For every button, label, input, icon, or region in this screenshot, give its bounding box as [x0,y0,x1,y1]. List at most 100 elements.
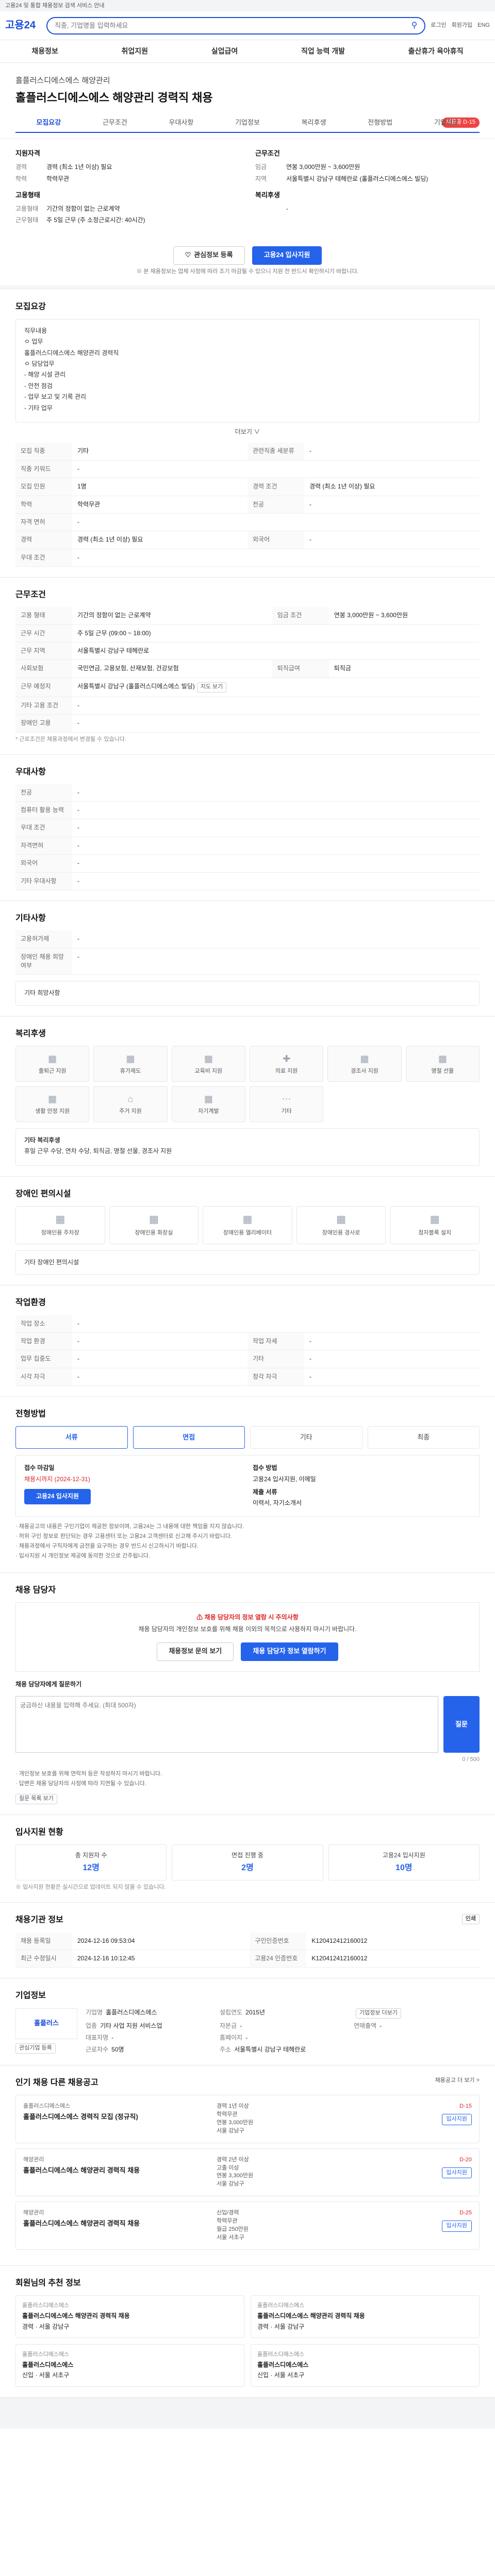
warning-icon: ⚠ [196,1613,203,1621]
recommend-company: 홀플러스디에스에스 [22,2351,70,2358]
growth-icon: ▦ [204,1093,213,1104]
table-key: 외국어 [15,854,72,873]
ramp-icon: ▦ [336,1214,346,1226]
recommend-card[interactable]: 홀플러스디에스에스 홀플러스디에스에스 신입 · 서울 서초구 [251,2344,480,2387]
company-fav-button[interactable]: 관심기업 등록 [15,2043,56,2054]
job-card-title[interactable]: 홀플러스디에스에스 해양관리 경력직 채용 [23,2219,209,2229]
table-row: 전공 - [15,784,480,802]
more-button[interactable]: 더보기 ∨ [15,422,480,436]
table-key: 컴퓨터 활용 능력 [15,801,72,820]
recommend-info: 경력 · 서울 강남구 [22,2323,70,2330]
save-button[interactable]: ♡ 관심정보 등록 [173,246,245,265]
tab-pref[interactable]: 우대사항 [148,113,214,132]
etc-wish-link[interactable]: 기타 희망사항 [24,989,60,996]
lang-link[interactable]: ENG [477,22,490,30]
recommend-title[interactable]: 홀플러스디에스에스 [257,2361,473,2369]
company-more-button[interactable]: 기업정보 더보기 [356,2008,401,2019]
recommend-card[interactable]: 홀플러스디에스에스 홀플러스디에스에스 해양관리 경력직 채용 경력 · 서울 강남… [251,2295,480,2338]
site-logo[interactable]: 고용24 [5,18,46,33]
duty-line: - 업무 보고 및 기록 관리 [24,393,87,401]
pref-table: 전공 - 컴퓨터 활용 능력 - 우대 조건 - 자격면허 - 외국어 - 기타 우대사항… [15,784,480,891]
login-link[interactable]: 로그인 [431,22,446,30]
section-etc: 기타사항 고용허가제 - 장애인 채용 희망 여부 - 기타 희망사항 [0,901,495,1016]
job-card-title[interactable]: 홀플러스디에스에스 경력직 모집 (정규직) [23,2112,209,2122]
tab-recruit[interactable]: 모집요강 [15,113,82,132]
qa-title: 채용 담당자에게 질문하기 [15,1680,82,1688]
table-key: 최근 수정일시 [15,1950,72,1968]
section-work: 근무조건 고용 형태 기간의 정함이 없는 근로계약 임금 조건 연봉 3,000만원… [0,578,495,755]
recommend-title[interactable]: 홀플러스디에스에스 해양관리 경력직 채용 [257,2312,473,2320]
welfare-tile: ▦ 명절 선물 [405,1045,480,1082]
etc-icon: ⋯ [282,1093,291,1104]
recommend-title[interactable]: 홀플러스디에스에스 해양관리 경력직 채용 [22,2312,238,2320]
search-box: ⚲ [46,16,426,35]
job-card-apply-button[interactable]: 입사지원 [441,2221,472,2232]
tab-welfare[interactable]: 복리후생 [280,113,347,132]
table-value: - [304,1368,480,1386]
company-value: 홀플러스디에스에스 [106,2008,157,2016]
contact-inquiry-button[interactable]: 채용정보 문의 보기 [157,1642,234,1661]
section-title: 모집요강 [15,302,46,311]
table-key: 장애인 고용 [15,714,72,733]
summary-row: 경력 경력 (최소 1년 이상) 필요 [15,163,240,172]
job-card-apply-button[interactable]: 입사지원 [441,2113,472,2125]
job-card[interactable]: 해양관리 홀플러스디에스에스 해양관리 경력직 채용 경력 2년 이상 고졸 이상 연… [15,2148,480,2197]
table-key: 기타 고용 조건 [15,697,72,715]
table-value: 학력무관 [72,496,248,514]
gnb-item-leave[interactable]: 출산휴가 육아휴직 [408,46,464,56]
gnb-item-training[interactable]: 직업 능력 개발 [301,46,345,56]
table-value: - [304,1332,480,1351]
qa-submit-button[interactable]: 질문 [443,1696,480,1753]
table-row: 컴퓨터 활용 능력 - [15,801,480,820]
job-card[interactable]: 홀플러스디에스에스 홀플러스디에스에스 경력직 모집 (정규직) 경력 1년 이상… [15,2094,480,2143]
search-input[interactable] [55,22,411,29]
tab-company-2[interactable]: 기업정보 [413,113,480,132]
company-field [354,2033,480,2042]
table-key: 채용 등록일 [15,1932,72,1950]
step-item: 면접 [133,1426,245,1449]
summary-value: - [286,205,288,212]
table-key: 고용허가제 [15,930,72,948]
tab-selection[interactable]: 전형방법 [347,113,414,132]
gnb-item-benefit[interactable]: 실업급여 [211,46,238,56]
recommend-card[interactable]: 홀플러스디에스에스 홀플러스디에스에스 해양관리 경력직 채용 경력 · 서울 강남… [15,2295,244,2338]
gnb-item-support[interactable]: 취업지원 [122,46,148,56]
qa-list-button[interactable]: 질문 목록 보기 [15,1793,57,1804]
welfare-etc-label: 기타 복리후생 [24,1136,60,1144]
recommend-grid: 홀플러스디에스에스 홀플러스디에스에스 해양관리 경력직 채용경력 · 서울 강남… [15,2295,480,2387]
summary-cond: 근무조건 임금 연봉 3,000만원 ~ 3,600만원 지역 서울특별시 강남구 … [255,149,480,227]
recruit-table: 모집 직종 기타 관련직종 세분류 - 직종 키워드 - 모집 인원 1명 경력 조건 경력 … [15,443,480,567]
recommend-title[interactable]: 홀플러스디에스에스 [22,2361,238,2369]
map-button[interactable]: 지도 보기 [196,682,227,692]
join-link[interactable]: 회원가입 [452,22,472,30]
job-card-apply-button[interactable]: 입사지원 [441,2167,472,2179]
summary-key [255,205,286,213]
company-name[interactable]: 홀플러스디에스에스 해양관리 [15,75,480,87]
print-button[interactable]: 인쇄 [461,1914,480,1925]
job-card[interactable]: 해양관리 홀플러스디에스에스 해양관리 경력직 채용 신입/경력 학력무관 월급 25… [15,2201,480,2250]
search-icon[interactable]: ⚲ [411,20,418,31]
tab-company[interactable]: 기업정보 [214,113,281,132]
tab-work[interactable]: 근무조건 [82,113,148,132]
recommend-card[interactable]: 홀플러스디에스에스 홀플러스디에스에스 신입 · 서울 서초구 [15,2344,244,2387]
table-row: 고용 형태 기간의 정함이 없는 근로계약 임금 조건 연봉 3,000만원 ~ 3,… [15,607,480,625]
disabled-etc-label: 기타 장애인 편의시설 [24,1258,79,1266]
welfare-label: 생활 안정 지원 [35,1108,70,1115]
etc-table: 고용허가제 - 장애인 채용 희망 여부 - [15,930,480,975]
job-card-title[interactable]: 홀플러스디에스에스 해양관리 경력직 채용 [23,2166,209,2176]
other-jobs-more-link[interactable]: 채용공고 더 보기 > [435,2077,480,2085]
company-field: 근로자수 50명 [86,2045,211,2054]
job-card-deadline: D-25 [459,2210,472,2216]
table-value: 경력 (최소 1년 이상) 필요 [304,478,480,496]
table-value: 기타 [72,443,248,461]
company-logo-col: 홀플러스 관심기업 등록 [15,2008,77,2055]
contact-view-button[interactable]: 채용 담당자 정보 열람하기 [241,1642,338,1661]
apply-button[interactable]: 고용24 입사지원 [252,246,322,265]
table-value: 퇴직금 [328,659,480,678]
section-title: 인기 채용 다른 채용공고 채용공고 더 보기 > [15,2077,480,2089]
company-value: 서울특별시 강남구 테헤란로 [234,2046,306,2054]
apply-button-2[interactable]: 고용24 입사지원 [24,1489,91,1505]
qa-textarea[interactable] [15,1696,438,1753]
job-card-left: 해양관리 홀플러스디에스에스 해양관리 경력직 채용 [23,2156,209,2189]
gnb-item-jobs[interactable]: 채용정보 [31,46,58,56]
